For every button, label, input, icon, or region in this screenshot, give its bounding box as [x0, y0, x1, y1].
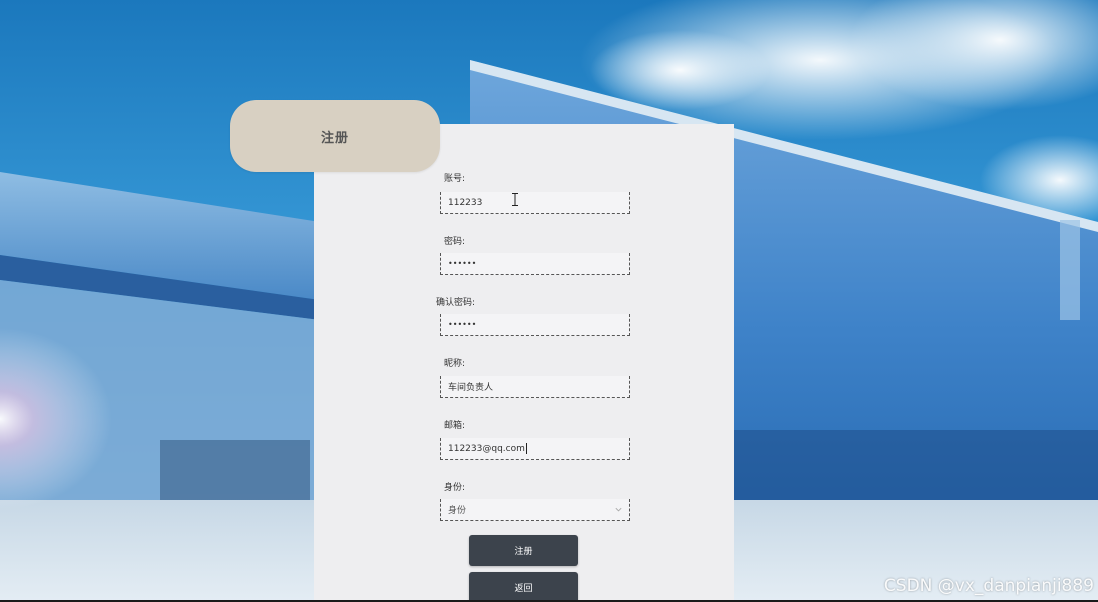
confirm-password-value: ••••••	[448, 320, 477, 329]
account-label: 账号:	[444, 174, 466, 184]
back-button[interactable]: 返回	[469, 572, 578, 602]
role-select[interactable]: 身份	[440, 499, 630, 521]
password-input[interactable]: ••••••	[440, 253, 630, 275]
email-value: 112233@qq.com	[448, 443, 525, 454]
text-caret	[525, 443, 527, 454]
role-selected-value: 身份	[448, 506, 467, 516]
form-title: 注册	[320, 130, 349, 146]
register-button[interactable]: 注册	[469, 535, 578, 566]
nickname-label: 昵称:	[444, 359, 466, 369]
register-title-tab: 注册	[230, 100, 440, 172]
nickname-input[interactable]: 车间负责人	[440, 376, 630, 398]
confirm-password-input[interactable]: ••••••	[440, 314, 630, 336]
password-label: 密码:	[444, 237, 466, 247]
chevron-down-icon	[615, 507, 622, 512]
watermark-text: CSDN @vx_danpianji889	[883, 576, 1094, 596]
account-input[interactable]: 112233	[440, 192, 630, 214]
password-value: ••••••	[448, 259, 477, 268]
email-label: 邮箱:	[444, 421, 466, 431]
nickname-value: 车间负责人	[448, 383, 494, 393]
email-input[interactable]: 112233@qq.com	[440, 438, 630, 460]
page-background: 注册 账号: 112233 密码: •••••• 确认密码: •••••• 昵称…	[0, 0, 1098, 602]
account-value: 112233	[448, 197, 483, 208]
role-label: 身份:	[444, 483, 466, 493]
text-cursor-icon	[512, 193, 518, 206]
confirm-password-label: 确认密码:	[436, 298, 476, 308]
